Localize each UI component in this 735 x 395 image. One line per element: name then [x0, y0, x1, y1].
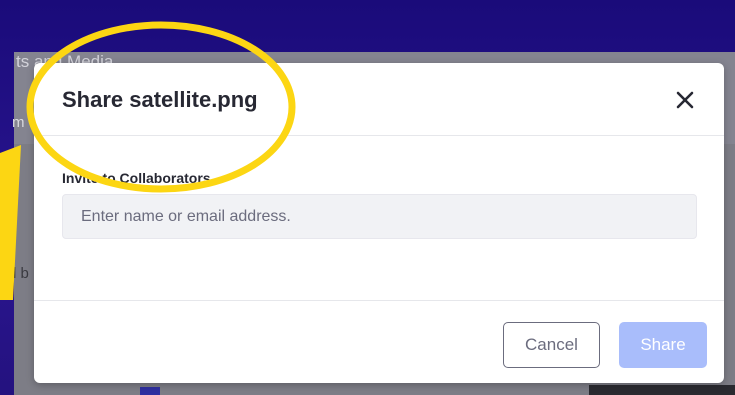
dialog-header: Share satellite.png [34, 63, 724, 136]
background-blue-mark [140, 387, 160, 395]
background-dark-bar [589, 385, 735, 395]
invite-label: Invite to Collaborators [62, 170, 211, 186]
dialog-title: Share satellite.png [62, 87, 258, 112]
close-button[interactable] [672, 87, 698, 113]
invite-input[interactable] [62, 194, 697, 239]
background-subtitle: m [12, 114, 25, 131]
share-dialog: Share satellite.png Invite to Collaborat… [34, 63, 724, 383]
dialog-footer: Cancel Share [34, 300, 724, 384]
cancel-button[interactable]: Cancel [503, 322, 600, 368]
background-body-text: d b [8, 265, 29, 282]
close-icon [676, 91, 694, 109]
share-button[interactable]: Share [619, 322, 707, 368]
